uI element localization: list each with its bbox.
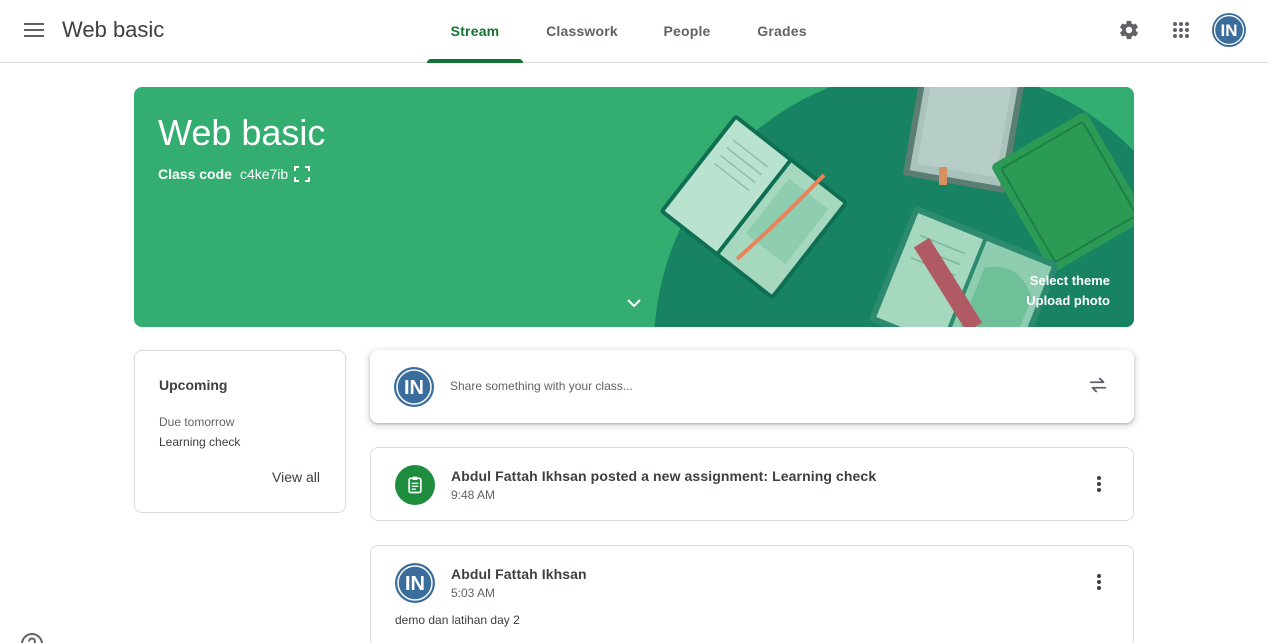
user-avatar: IN (394, 367, 434, 407)
avatar-initials: IN (1221, 21, 1238, 40)
post-title[interactable]: Abdul Fattah Ikhsan posted a new assignm… (451, 468, 876, 484)
class-title[interactable]: Web basic (62, 14, 164, 46)
post-options-button[interactable] (1081, 466, 1117, 502)
view-all-button[interactable]: View all (272, 469, 320, 485)
select-theme-link[interactable]: Select theme (1030, 273, 1110, 288)
account-avatar[interactable]: IN (1212, 13, 1246, 47)
upcoming-card: Upcoming Due tomorrow Learning check Vie… (134, 350, 346, 513)
avatar-initials: IN (405, 573, 425, 595)
assignment-avatar (395, 465, 435, 505)
class-code-row: Class code c4ke7ib (158, 166, 311, 182)
apps-grid-icon (1173, 22, 1189, 38)
reuse-post-button[interactable] (1080, 367, 1116, 403)
upload-photo-link[interactable]: Upload photo (1026, 293, 1110, 308)
chevron-down-icon[interactable] (622, 291, 646, 315)
upcoming-heading: Upcoming (159, 377, 228, 393)
stream-post-announcement[interactable]: IN Abdul Fattah Ikhsan 5:03 AM demo dan … (370, 545, 1134, 643)
class-banner: Web basic Class code c4ke7ib Select them… (134, 87, 1134, 327)
google-apps-button[interactable] (1161, 10, 1201, 50)
banner-class-title: Web basic (158, 112, 326, 153)
assignment-icon (408, 476, 422, 494)
avatar-initials: IN (404, 377, 424, 399)
post-timestamp: 9:48 AM (451, 488, 496, 502)
class-code-value: c4ke7ib (239, 166, 289, 182)
due-date-label: Due tomorrow (159, 415, 235, 429)
tab-classwork[interactable]: Classwork (523, 0, 641, 62)
post-body: demo dan latihan day 2 (395, 613, 520, 627)
gear-icon (1120, 20, 1138, 40)
class-code-label: Class code (158, 166, 232, 182)
stream-post-assignment[interactable]: Abdul Fattah Ikhsan posted a new assignm… (370, 447, 1134, 521)
more-vert-icon (1097, 476, 1101, 492)
post-author: Abdul Fattah Ikhsan (451, 566, 587, 582)
tab-stream[interactable]: Stream (427, 0, 523, 63)
class-settings-button[interactable] (1109, 10, 1149, 50)
fullscreen-icon[interactable] (294, 166, 311, 182)
more-vert-icon (1097, 574, 1101, 590)
post-timestamp: 5:03 AM (451, 586, 496, 600)
help-icon[interactable] (20, 632, 44, 643)
hamburger-menu-icon (24, 23, 44, 37)
main-menu-button[interactable] (14, 10, 54, 50)
avatar-image: IN (1212, 13, 1246, 47)
repost-icon (1089, 377, 1107, 393)
share-placeholder[interactable]: Share something with your class... (450, 379, 633, 393)
top-app-bar: Web basic Stream Classwork People Grades… (0, 0, 1268, 63)
post-options-button[interactable] (1081, 564, 1117, 600)
upcoming-item-link[interactable]: Learning check (159, 435, 240, 449)
tab-people[interactable]: People (641, 0, 733, 62)
tab-grades[interactable]: Grades (733, 0, 831, 62)
class-tabs: Stream Classwork People Grades (427, 0, 831, 63)
author-avatar: IN (395, 563, 435, 603)
share-announcement-box[interactable]: IN Share something with your class... (370, 350, 1134, 423)
